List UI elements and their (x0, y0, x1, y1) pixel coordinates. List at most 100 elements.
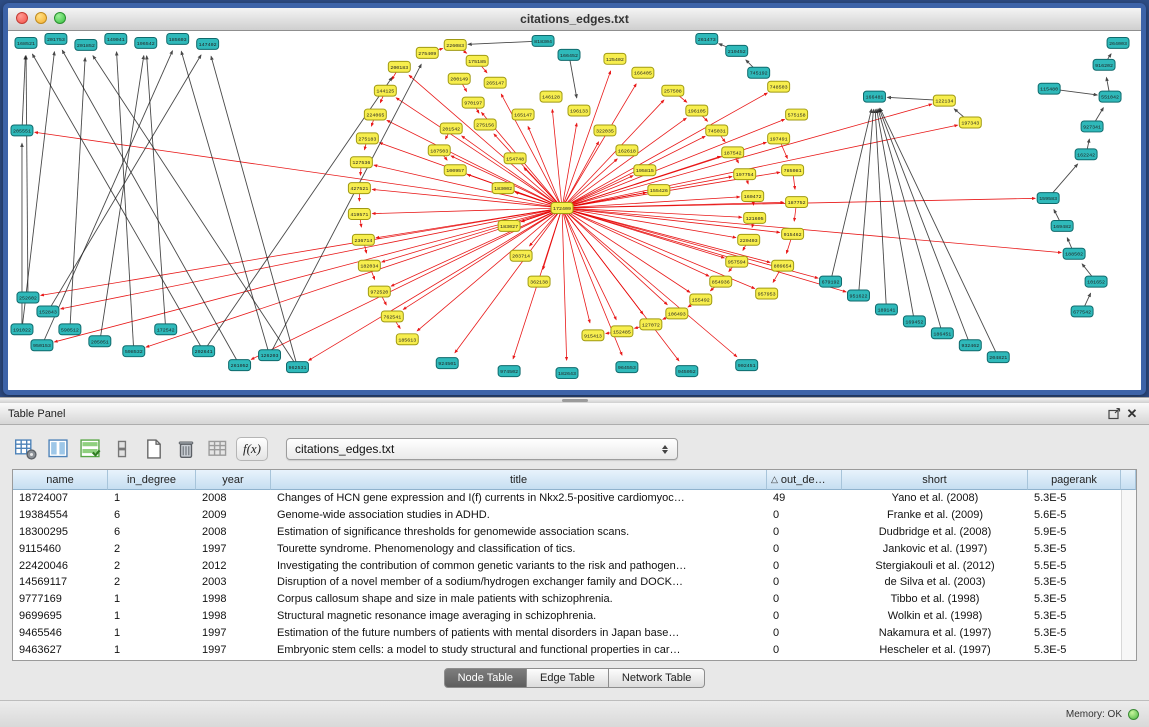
network-node[interactable]: 101652 (1085, 276, 1107, 287)
close-window-button[interactable] (16, 12, 28, 24)
table-cell[interactable]: 0 (767, 524, 842, 541)
network-node[interactable]: 189141 (875, 304, 897, 315)
network-node[interactable]: 187503 (428, 145, 450, 156)
network-node[interactable]: 219452 (726, 45, 748, 56)
table-cell[interactable]: Tibbo et al. (1998) (842, 591, 1028, 608)
table-row[interactable]: 2242004622012Investigating the contribut… (13, 557, 1121, 574)
table-row[interactable]: 1872400712008Changes of HCN gene express… (13, 490, 1121, 507)
table-cell[interactable]: 2 (108, 574, 196, 591)
table-cell[interactable]: 9115460 (13, 540, 108, 557)
network-node[interactable]: 201753 (45, 33, 67, 44)
table-cell[interactable]: Disruption of a novel member of a sodium… (271, 574, 767, 591)
network-view[interactable]: 1724092001831441252240652751831275364275… (8, 31, 1141, 390)
table-cell[interactable]: 2 (108, 540, 196, 557)
network-node[interactable]: 187542 (722, 147, 744, 158)
network-node[interactable]: 220403 (738, 234, 760, 245)
tab-node-table[interactable]: Node Table (444, 668, 527, 688)
table-cell[interactable]: 0 (767, 641, 842, 658)
network-node[interactable]: 155492 (690, 294, 712, 305)
table-cell[interactable]: Estimation of the future numbers of pati… (271, 624, 767, 641)
network-node[interactable]: 122134 (933, 95, 955, 106)
network-node[interactable]: 257508 (662, 85, 684, 96)
table-cell[interactable]: 0 (767, 591, 842, 608)
table-cell[interactable]: 9699695 (13, 608, 108, 625)
table-cell[interactable]: 14569117 (13, 574, 108, 591)
network-node[interactable]: 204821 (987, 352, 1009, 363)
network-node[interactable]: 197491 (768, 133, 790, 144)
network-node[interactable]: 322035 (594, 125, 616, 136)
table-cell[interactable]: 1997 (196, 641, 271, 658)
network-node[interactable]: 745192 (748, 67, 770, 78)
network-node[interactable]: 962531 (287, 362, 309, 373)
function-builder-icon[interactable]: f(x) (236, 437, 268, 461)
network-node[interactable]: 972520 (368, 286, 390, 297)
zoom-window-button[interactable] (54, 12, 66, 24)
network-node[interactable]: 265147 (484, 77, 506, 88)
table-cell[interactable]: 5.3E-5 (1028, 608, 1121, 625)
table-settings-icon[interactable] (12, 435, 40, 463)
network-node[interactable]: 195815 (634, 165, 656, 176)
network-node[interactable]: 127536 (350, 157, 372, 168)
network-node[interactable]: 957953 (756, 288, 778, 299)
table-cell[interactable]: 5.3E-5 (1028, 624, 1121, 641)
table-cell[interactable]: Tourette syndrome. Phenomenology and cla… (271, 540, 767, 557)
network-node[interactable]: 200149 (448, 73, 470, 84)
network-node[interactable]: 362138 (528, 276, 550, 287)
float-panel-icon[interactable] (1105, 406, 1123, 422)
network-node[interactable]: 224065 (364, 109, 386, 120)
network-node[interactable]: 183027 (498, 220, 520, 231)
table-cell[interactable]: 0 (767, 507, 842, 524)
table-cell[interactable]: 0 (767, 574, 842, 591)
network-node[interactable]: 590512 (59, 324, 81, 335)
network-node[interactable]: 598532 (123, 346, 145, 357)
table-cell[interactable]: 5.3E-5 (1028, 490, 1121, 507)
network-node[interactable]: 201542 (440, 123, 462, 134)
network-node[interactable]: 146128 (540, 91, 562, 102)
column-header-year[interactable]: year (196, 470, 271, 490)
table-cell[interactable]: 9777169 (13, 591, 108, 608)
select-all-icon[interactable] (76, 435, 104, 463)
network-node[interactable]: 149041 (105, 33, 127, 44)
table-vertical-scrollbar[interactable] (1121, 490, 1136, 660)
network-node[interactable]: 166481 (863, 91, 885, 102)
network-node[interactable]: 155426 (648, 185, 670, 196)
table-cell[interactable]: 1 (108, 490, 196, 507)
network-node[interactable]: 951622 (848, 290, 870, 301)
network-node[interactable]: 152485 (611, 326, 633, 337)
network-node[interactable]: 226083 (444, 39, 466, 50)
network-node[interactable]: 974502 (498, 366, 520, 377)
table-cell[interactable]: 9465546 (13, 624, 108, 641)
table-cell[interactable]: Dudbridge et al. (2008) (842, 524, 1028, 541)
column-header-pagerank[interactable]: pagerank (1028, 470, 1121, 490)
minimize-window-button[interactable] (35, 12, 47, 24)
tab-network-table[interactable]: Network Table (609, 668, 706, 688)
network-node[interactable]: 932462 (959, 340, 981, 351)
row-options-icon[interactable] (108, 435, 136, 463)
network-node[interactable]: 927341 (1081, 121, 1103, 132)
table-cell[interactable]: 5.3E-5 (1028, 641, 1121, 658)
network-node[interactable]: 166452 (558, 49, 580, 60)
network-node[interactable]: 183002 (492, 183, 514, 194)
network-node[interactable]: 970197 (462, 97, 484, 108)
table-cell[interactable]: Embryonic stem cells: a model to study s… (271, 641, 767, 658)
network-node[interactable]: 162618 (616, 145, 638, 156)
network-node[interactable]: 188502 (1063, 248, 1085, 259)
table-cell[interactable]: Nakamura et al. (1997) (842, 624, 1028, 641)
table-cell[interactable]: 5.9E-5 (1028, 524, 1121, 541)
column-header-name[interactable]: name (13, 470, 108, 490)
network-node[interactable]: 205551 (11, 125, 33, 136)
table-cell[interactable]: 5.5E-5 (1028, 557, 1121, 574)
network-node[interactable]: 275409 (416, 47, 438, 58)
network-node[interactable]: 126203 (259, 350, 281, 361)
table-cell[interactable]: 1 (108, 608, 196, 625)
network-node[interactable]: 575158 (786, 109, 808, 120)
table-cell[interactable]: Estimation of significance thresholds fo… (271, 524, 767, 541)
network-node[interactable]: 168521 (15, 37, 37, 48)
table-cell[interactable]: 1 (108, 624, 196, 641)
network-node[interactable]: 205051 (89, 336, 111, 347)
network-node[interactable]: 945052 (676, 366, 698, 377)
table-cell[interactable]: 1 (108, 641, 196, 658)
network-node[interactable]: 809654 (772, 260, 794, 271)
network-node[interactable]: 854936 (710, 276, 732, 287)
table-cell[interactable]: 0 (767, 557, 842, 574)
